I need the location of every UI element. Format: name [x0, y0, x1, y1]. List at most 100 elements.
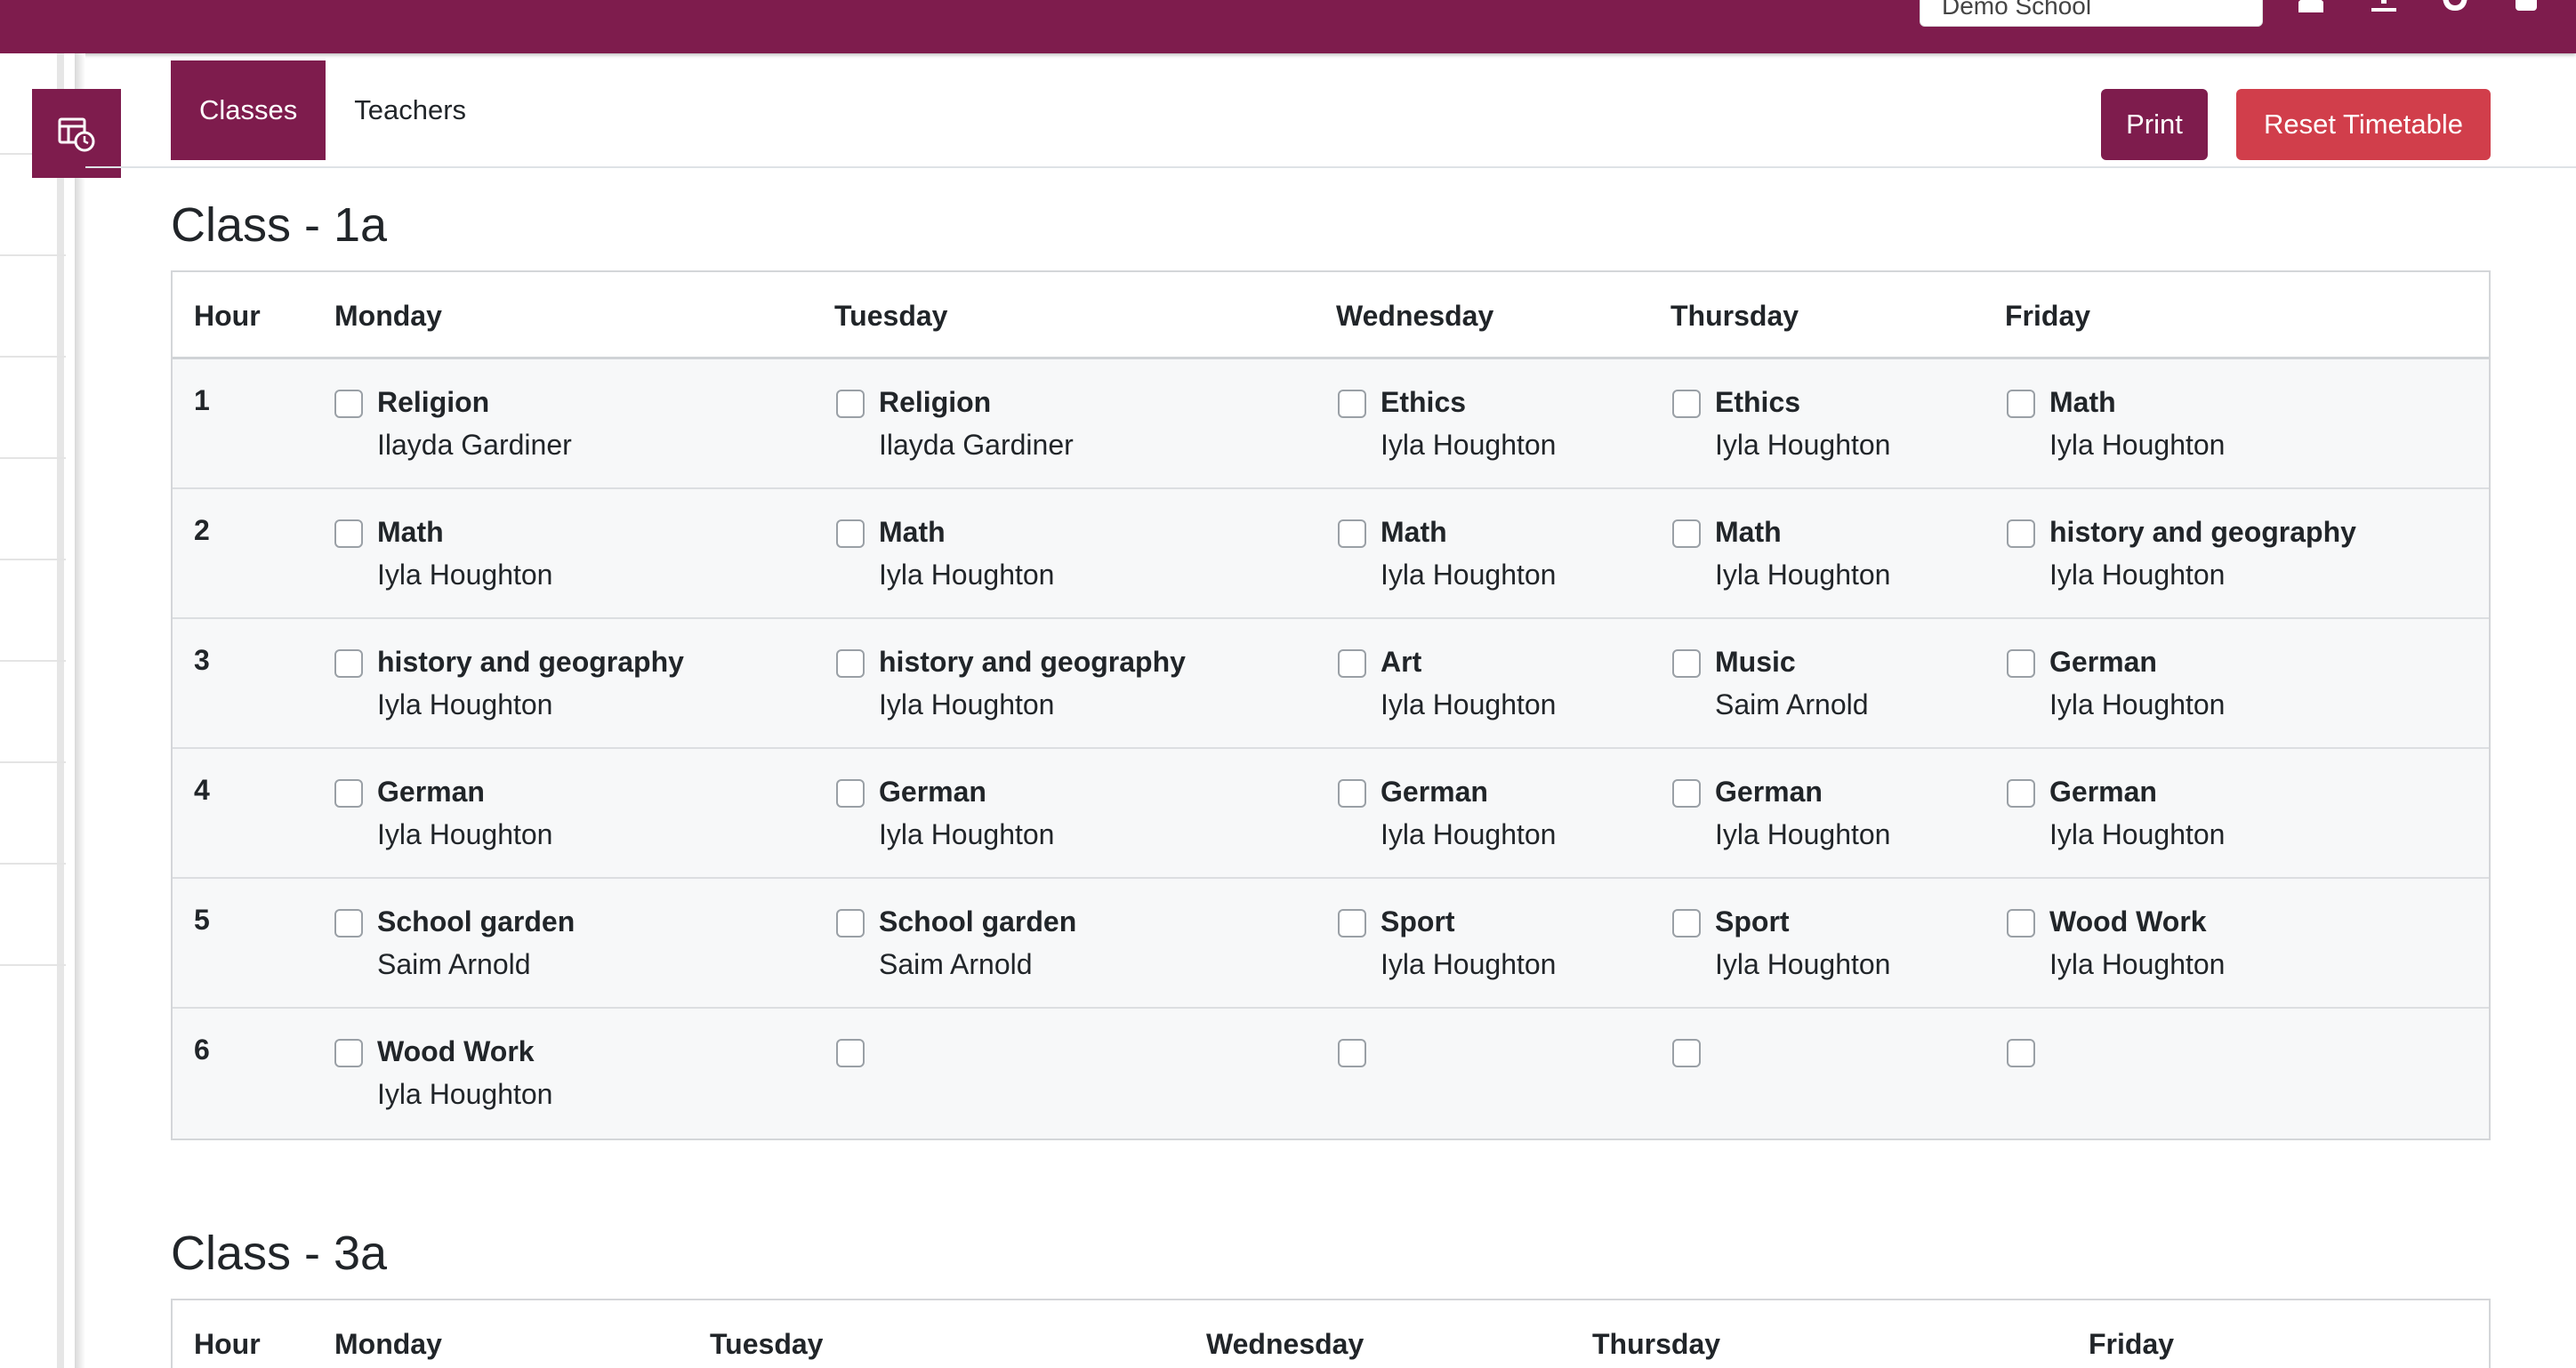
lesson-checkbox[interactable] — [2007, 390, 2035, 418]
hour-cell: 1 — [194, 384, 210, 416]
header-thursday: Thursday — [1670, 300, 1799, 332]
subject-label: Wood Work — [377, 1035, 535, 1067]
subject-label: history and geography — [377, 646, 684, 678]
lesson-checkbox[interactable] — [1672, 909, 1701, 937]
sidebar-separator — [0, 964, 66, 966]
header-tuesday: Tuesday — [834, 300, 948, 332]
sidebar-shadow — [75, 53, 85, 1368]
header-hour: Hour — [194, 300, 261, 332]
subject-label: Religion — [879, 386, 992, 418]
subject-label: Math — [2049, 386, 2116, 418]
subject-label: history and geography — [2049, 516, 2356, 548]
top-navbar: Demo School — [0, 0, 2576, 53]
hour-cell: 4 — [194, 774, 210, 806]
print-button[interactable]: Print — [2101, 89, 2208, 160]
lesson-checkbox[interactable] — [1338, 649, 1366, 678]
lesson-checkbox[interactable] — [1338, 909, 1366, 937]
lesson-checkbox[interactable] — [334, 909, 363, 937]
timetable-table: Hour Monday Tuesday Wednesday Thursday F… — [171, 1299, 2491, 1368]
github-icon[interactable] — [2437, 0, 2473, 12]
class-title: Class - 3a — [171, 1227, 388, 1280]
lesson-checkbox[interactable] — [2007, 779, 2035, 808]
hour-cell: 5 — [194, 904, 210, 936]
teacher-label: Iyla Houghton — [1381, 688, 1557, 720]
lesson-checkbox[interactable] — [1672, 649, 1701, 678]
teacher-label: Iyla Houghton — [1381, 818, 1557, 850]
table-header: Hour Monday Tuesday Wednesday Thursday F… — [173, 272, 2489, 359]
view-tabs: Classes Teachers — [171, 60, 495, 160]
subject-label: German — [2049, 646, 2157, 678]
lesson-checkbox[interactable] — [334, 779, 363, 808]
teacher-label: Saim Arnold — [879, 948, 1033, 980]
table-row: 2 Math Iyla Houghton Math Iyla Houghton Math I… — [173, 489, 2489, 619]
hour-cell: 3 — [194, 644, 210, 676]
subject-label: German — [879, 776, 986, 808]
settings-icon[interactable] — [2508, 0, 2544, 12]
subject-label: Ethics — [1715, 386, 1801, 418]
subject-label: Wood Work — [2049, 905, 2207, 937]
lesson-checkbox[interactable] — [1672, 390, 1701, 418]
lesson-checkbox[interactable] — [2007, 909, 2035, 937]
teacher-label: Iyla Houghton — [1381, 948, 1557, 980]
lesson-checkbox[interactable] — [1338, 519, 1366, 548]
lesson-checkbox[interactable] — [1338, 390, 1366, 418]
subject-label: Music — [1715, 646, 1796, 678]
lesson-checkbox[interactable] — [2007, 649, 2035, 678]
header-wednesday: Wednesday — [1336, 300, 1494, 332]
reset-timetable-button[interactable]: Reset Timetable — [2236, 89, 2491, 160]
header-monday: Monday — [334, 1328, 442, 1360]
lesson-checkbox[interactable] — [1672, 1039, 1701, 1067]
lesson-checkbox[interactable] — [836, 1039, 865, 1067]
lesson-checkbox[interactable] — [334, 519, 363, 548]
timetable-icon — [58, 117, 95, 152]
lesson-checkbox[interactable] — [334, 649, 363, 678]
teacher-label: Ilayda Gardiner — [879, 429, 1074, 461]
teacher-label: Iyla Houghton — [1715, 948, 1891, 980]
subject-label: German — [1715, 776, 1823, 808]
lesson-checkbox[interactable] — [1338, 779, 1366, 808]
lesson-checkbox[interactable] — [1672, 519, 1701, 548]
tabs-divider — [85, 166, 2576, 168]
lesson-checkbox[interactable] — [836, 390, 865, 418]
user-icon[interactable] — [2293, 0, 2329, 12]
teacher-label: Iyla Houghton — [1381, 429, 1557, 461]
subject-label: Math — [1381, 516, 1447, 548]
table-row: 5 School garden Saim Arnold School garden Sa… — [173, 879, 2489, 1009]
lesson-checkbox[interactable] — [334, 1039, 363, 1067]
timetable-nav-button[interactable] — [32, 89, 121, 178]
hour-cell: 2 — [194, 514, 210, 546]
sidebar-separator — [0, 254, 66, 256]
teacher-label: Iyla Houghton — [1715, 559, 1891, 591]
subject-label: German — [377, 776, 485, 808]
sidebar-separator — [0, 356, 66, 358]
header-thursday: Thursday — [1592, 1328, 1721, 1360]
lesson-checkbox[interactable] — [2007, 519, 2035, 548]
lesson-checkbox[interactable] — [836, 779, 865, 808]
subject-label: Religion — [377, 386, 490, 418]
table-row: 4 German Iyla Houghton German Iyla Houghton G… — [173, 749, 2489, 879]
sidebar-separator — [0, 863, 66, 865]
teacher-label: Iyla Houghton — [377, 1078, 553, 1110]
school-selector[interactable]: Demo School — [1920, 0, 2263, 27]
tab-classes[interactable]: Classes — [171, 60, 326, 160]
teacher-label: Iyla Houghton — [377, 559, 553, 591]
teacher-label: Ilayda Gardiner — [377, 429, 572, 461]
sidebar-separator — [0, 457, 66, 459]
teacher-label: Saim Arnold — [377, 948, 531, 980]
tab-teachers[interactable]: Teachers — [326, 60, 495, 160]
lesson-checkbox[interactable] — [1338, 1039, 1366, 1067]
lesson-checkbox[interactable] — [836, 909, 865, 937]
lesson-checkbox[interactable] — [334, 390, 363, 418]
teacher-label: Iyla Houghton — [879, 818, 1055, 850]
lesson-checkbox[interactable] — [1672, 779, 1701, 808]
subject-label: Math — [1715, 516, 1782, 548]
header-wednesday: Wednesday — [1206, 1328, 1364, 1360]
teacher-label: Iyla Houghton — [2049, 688, 2226, 720]
download-icon[interactable] — [2366, 0, 2402, 12]
lesson-checkbox[interactable] — [836, 649, 865, 678]
subject-label: Art — [1381, 646, 1422, 678]
table-row: 3 history and geography Iyla Houghton histo… — [173, 619, 2489, 749]
lesson-checkbox[interactable] — [836, 519, 865, 548]
teacher-label: Iyla Houghton — [879, 688, 1055, 720]
lesson-checkbox[interactable] — [2007, 1039, 2035, 1067]
